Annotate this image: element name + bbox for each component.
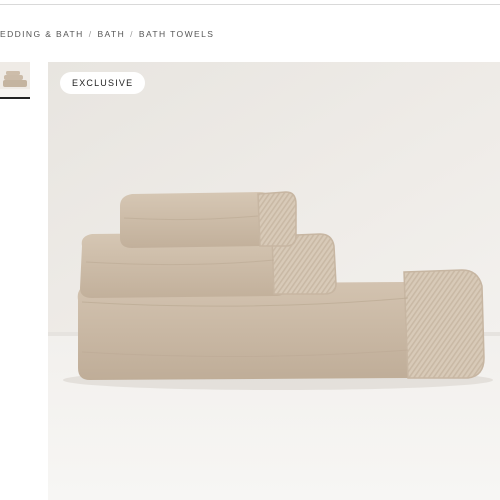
breadcrumb: EDDING & BATH / BATH / BATH TOWELS [0, 26, 214, 42]
thumbnail-selected-indicator [0, 97, 30, 99]
breadcrumb-separator: / [130, 29, 134, 39]
header-divider [0, 4, 500, 5]
product-image[interactable] [48, 62, 500, 500]
towel-thumbnail-image [0, 62, 30, 98]
breadcrumb-item-bedding-bath[interactable]: EDDING & BATH [0, 29, 84, 39]
exclusive-badge: EXCLUSIVE [60, 72, 146, 94]
breadcrumb-item-bath-towels[interactable]: BATH TOWELS [139, 29, 214, 39]
breadcrumb-separator: / [88, 29, 93, 39]
towel-stack-image [48, 62, 500, 500]
product-thumbnail[interactable] [0, 62, 30, 98]
breadcrumb-item-bath[interactable]: BATH [97, 29, 125, 39]
